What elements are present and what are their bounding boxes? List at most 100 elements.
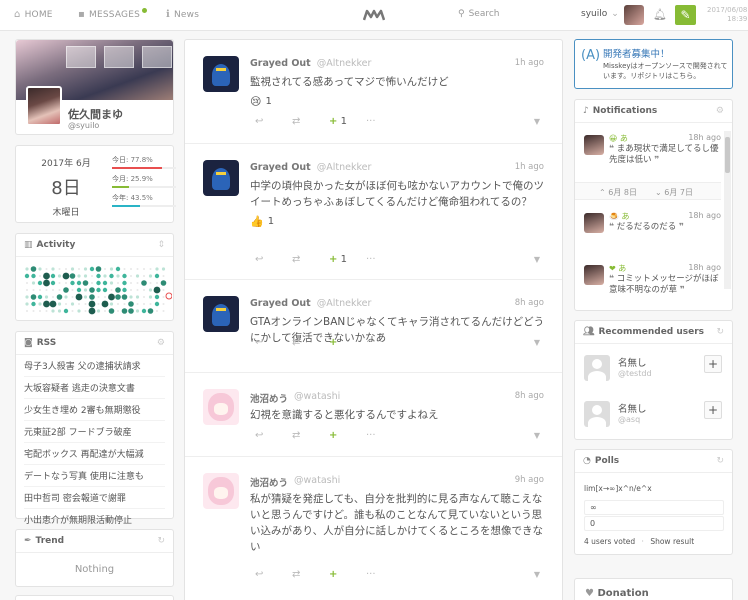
rss-item[interactable]: デートなう写真 使用に注意も [24,465,165,487]
user-name[interactable]: 名無し [618,401,647,415]
avatar[interactable] [203,296,239,332]
misskey-logo[interactable] [362,9,386,24]
post-text: 監視されてる感あってマジで怖いんだけど [250,76,449,88]
notification-user[interactable]: ❤ あ [609,263,626,274]
profile-name[interactable]: 佐久間まゆ [68,106,123,122]
post-username[interactable]: @Altnekker [317,58,372,69]
post-time[interactable]: 1h ago [515,162,544,172]
activity-dot [136,303,139,305]
renote-icon[interactable]: ⇄ [292,430,329,441]
renote-icon[interactable]: ⇄ [292,116,329,127]
post-display-name[interactable]: Grayed Out [250,58,311,69]
avatar[interactable] [584,355,610,381]
avatar[interactable] [203,56,239,92]
sort-icon[interactable]: ⇕ [157,234,165,257]
rss-item[interactable]: 田中哲司 密会報道で謝罪 [24,487,165,509]
post-username[interactable]: @watashi [294,391,340,405]
avatar[interactable] [584,213,604,233]
poll-choice[interactable]: ∞ [584,500,724,515]
reaction-button[interactable]: + [329,337,366,348]
activity-dot [52,296,54,298]
reaction[interactable]: 👍 1 [250,214,545,230]
avatar[interactable] [203,473,239,509]
post-time[interactable]: 1h ago [515,58,544,68]
nav-news[interactable]: ℹ News [166,9,199,20]
chevron-down-icon[interactable]: ▼ [534,431,540,440]
post-time[interactable]: 9h ago [515,475,544,485]
search-box[interactable]: ⚲ Search [458,9,500,19]
notification-user[interactable]: 😀 あ [609,133,628,144]
poll-show-result[interactable]: Show result [650,537,694,546]
reaction[interactable]: 😢 1 [250,94,545,110]
reply-icon[interactable]: ↩ [255,254,292,265]
renote-icon[interactable]: ⇄ [292,569,329,580]
notification-item[interactable]: ❤ あ 18h ago ❝ コミットメッセージがほぼ意味不明なのが草 ❞ [575,257,721,303]
avatar[interactable] [584,135,604,155]
follow-button[interactable]: + [704,355,722,373]
scrollbar[interactable] [724,131,731,289]
post-time[interactable]: 8h ago [515,298,544,308]
reply-icon[interactable]: ↩ [255,430,292,441]
scrollbar-thumb[interactable] [725,137,730,173]
activity-dot [147,308,154,314]
reaction-button[interactable]: + 1 [329,116,366,127]
refresh-icon[interactable]: ↻ [157,530,165,553]
nav-messages[interactable]: ▪ Messages [78,7,148,20]
more-icon[interactable]: ··· [366,116,403,127]
rss-item[interactable]: 元東証2部 フードブラ破産 [24,421,165,443]
chevron-down-icon[interactable]: ▼ [534,570,540,579]
avatar[interactable] [584,265,604,285]
rss-item[interactable]: 少女生き埋め 2審も無期懲役 [24,399,165,421]
more-icon[interactable]: ··· [366,430,403,441]
reply-icon[interactable]: ↩ [255,337,292,348]
chevron-down-icon[interactable]: ▼ [534,117,540,126]
bell-icon[interactable]: 🔔︎ [653,8,667,21]
renote-icon[interactable]: ⇄ [292,337,329,348]
nav-home[interactable]: ⌂ Home [14,9,53,20]
reaction-button[interactable]: + [329,569,366,580]
reply-icon[interactable]: ↩ [255,116,292,127]
notification-item[interactable]: 😀 あ 18h ago ❝ まあ現状で満足してるし優先度は低い ❞ [575,127,721,173]
rss-item[interactable]: 小出恵介が無期限活動停止 [24,509,165,531]
renote-icon[interactable]: ⇄ [292,254,329,265]
avatar[interactable] [624,5,644,25]
more-icon[interactable]: ··· [366,569,403,580]
refresh-icon[interactable]: ↻ [716,450,724,473]
avatar[interactable] [584,401,610,427]
rss-item[interactable]: 母子3人殺害 父の逮捕状請求 [24,355,165,377]
post-time[interactable]: 8h ago [515,391,544,401]
post-username[interactable]: @Altnekker [317,298,372,309]
post-username[interactable]: @watashi [294,475,340,489]
plus-icon: + [329,116,338,127]
notification-item[interactable]: 🍮 あ 18h ago ❝ だるだるのだる ❞ [575,205,721,251]
activity-dot [69,273,76,279]
post-display-name[interactable]: Grayed Out [250,298,311,309]
user-name[interactable]: 名無し [618,355,647,369]
follow-button[interactable]: + [704,401,722,419]
gear-icon[interactable]: ⚙ [157,332,165,355]
more-icon[interactable]: ··· [366,337,403,348]
gear-icon[interactable]: ⚙ [716,100,724,123]
notification-user[interactable]: 🍮 あ [609,211,630,222]
reaction-button[interactable]: + [329,430,366,441]
avatar[interactable] [203,160,239,196]
more-icon[interactable]: ··· [366,254,403,265]
post-display-name[interactable]: Grayed Out [250,162,311,173]
rss-item[interactable]: 大坂容疑者 逃走の決意文書 [24,377,165,399]
developer-banner[interactable]: (A) 開発者募集中！ Misskeyはオープンソースで開発されています。リポジ… [574,39,733,89]
rss-item[interactable]: 宅配ボックス 再配達が大幅減 [24,443,165,465]
avatar[interactable] [203,389,239,425]
chevron-down-icon[interactable]: ▼ [534,338,540,347]
activity-dot [77,309,81,313]
reply-icon[interactable]: ↩ [255,569,292,580]
reaction-button[interactable]: + 1 [329,254,366,265]
chevron-down-icon[interactable]: ▼ [534,255,540,264]
poll-choice[interactable]: 0 [584,516,724,531]
account-menu[interactable]: syuilo ⌄ [581,9,619,19]
refresh-icon[interactable]: ↻ [716,321,724,344]
post-button[interactable]: ✎ [675,5,696,25]
post-display-name[interactable]: 池沼めう [250,475,288,489]
post-display-name[interactable]: 池沼めう [250,391,288,405]
post-username[interactable]: @Altnekker [317,162,372,173]
profile-avatar[interactable] [26,86,62,126]
